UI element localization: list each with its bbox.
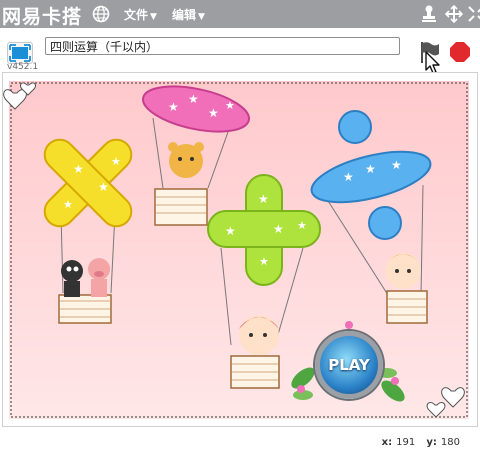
app-brand[interactable]: 网易卡搭 <box>2 2 82 29</box>
file-menu-label: 文件 <box>124 8 149 22</box>
globe-icon[interactable] <box>92 5 110 23</box>
svg-text:★: ★ <box>168 100 179 114</box>
svg-text:★: ★ <box>365 162 376 176</box>
stamp-icon[interactable] <box>419 4 439 24</box>
svg-text:★: ★ <box>391 158 402 172</box>
x-label: x: <box>381 437 393 448</box>
stage[interactable]: ★ ★ ★ ★ ★ ★ ★ ★ ★ ★ ★ ★ ★ ★ ★ ★ PLAY <box>2 72 478 427</box>
stop-icon[interactable] <box>449 41 471 63</box>
svg-text:★: ★ <box>297 219 307 232</box>
shrink-icon[interactable] <box>466 4 480 24</box>
svg-text:★: ★ <box>259 255 269 268</box>
x-value: 191 <box>396 437 416 448</box>
mouse-coordinates: x: 191 y: 180 <box>374 437 460 448</box>
svg-text:★: ★ <box>225 224 236 238</box>
svg-text:★: ★ <box>188 92 199 106</box>
project-title-input[interactable]: 四则运算（千以内） <box>45 37 400 55</box>
y-label: y: <box>426 437 437 448</box>
status-bar: x: 191 y: 180 <box>0 427 480 455</box>
menu-bar: 网易卡搭 文件 ▼ 编辑 ▼ <box>0 0 480 28</box>
svg-text:★: ★ <box>225 99 235 112</box>
edit-menu[interactable]: 编辑 ▼ <box>172 6 205 23</box>
svg-text:★: ★ <box>343 170 354 184</box>
svg-text:★: ★ <box>73 162 84 176</box>
svg-text:★: ★ <box>258 192 269 206</box>
svg-text:★: ★ <box>63 198 73 211</box>
expand-icon[interactable] <box>444 4 464 24</box>
y-value: 180 <box>440 437 460 448</box>
svg-text:★: ★ <box>208 106 219 120</box>
chevron-down-icon: ▼ <box>150 12 157 22</box>
svg-text:★: ★ <box>111 155 121 168</box>
version-label: v452.1 <box>7 62 39 72</box>
chevron-down-icon: ▼ <box>198 12 205 22</box>
svg-text:★: ★ <box>273 222 284 236</box>
svg-text:★: ★ <box>98 180 109 194</box>
fullscreen-icon[interactable] <box>7 42 33 64</box>
edit-menu-label: 编辑 <box>172 8 197 22</box>
play-label: PLAY <box>328 356 370 374</box>
file-menu[interactable]: 文件 ▼ <box>124 6 157 23</box>
play-button[interactable]: PLAY <box>315 331 383 399</box>
stage-canvas: ★ ★ ★ ★ ★ ★ ★ ★ ★ ★ ★ ★ ★ ★ ★ ★ <box>3 73 477 426</box>
